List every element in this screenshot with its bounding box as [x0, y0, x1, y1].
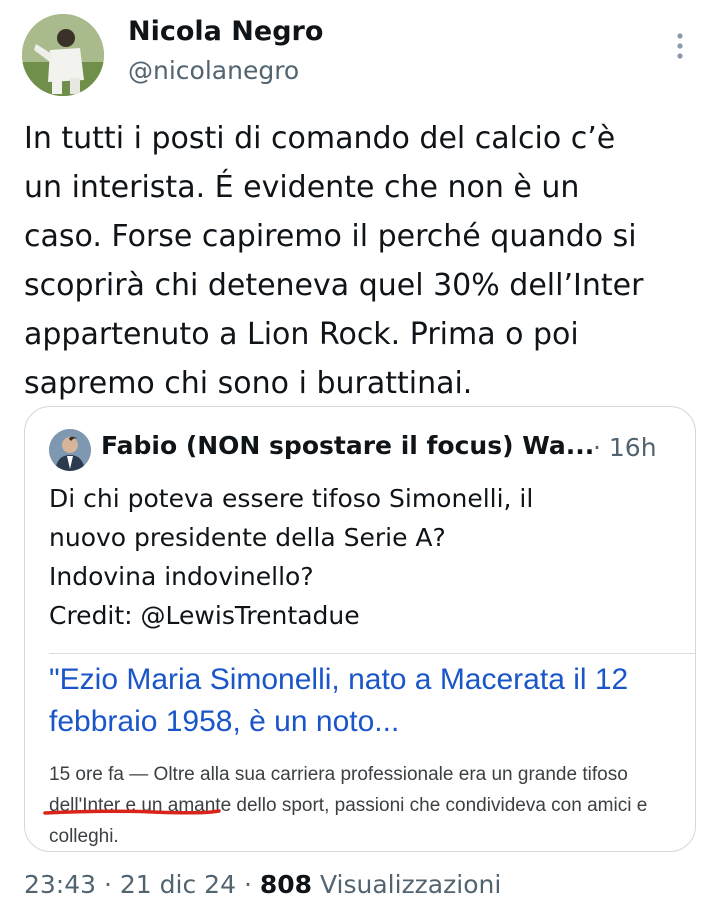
search-result-snippet: 15 ore fa — Oltre alla sua carriera prof… [49, 759, 695, 851]
author-avatar[interactable] [22, 14, 104, 96]
tweet-date[interactable]: 21 dic 24 [120, 870, 236, 899]
quoted-tweet-card[interactable]: Fabio (NON spostare il focus) Wa... · 16… [24, 406, 696, 852]
author-name[interactable]: Nicola Negro [128, 16, 323, 47]
quoted-author-name[interactable]: Fabio (NON spostare il focus) Wa... [101, 431, 594, 460]
quoted-image-divider [49, 653, 695, 654]
author-handle[interactable]: @nicolanegro [128, 56, 299, 85]
views-count: 808 [259, 870, 313, 899]
meta-separator: · [104, 870, 112, 899]
quoted-timestamp[interactable]: · 16h [593, 433, 657, 462]
views-label: Visualizzazioni [319, 870, 502, 899]
snippet-suffix: e un amante dello sport, passioni che co… [49, 795, 648, 847]
tweet-meta: 23:43 · 21 dic 24 · 808 Visualizzazioni [24, 870, 501, 899]
snippet-prefix: 15 ore fa — Oltre alla sua carriera prof… [49, 764, 583, 785]
quoted-tweet-text: Di chi poteva essere tifoso Simonelli, i… [49, 484, 534, 630]
tweet-time[interactable]: 23:43 [24, 870, 96, 899]
more-options-icon[interactable] [670, 30, 690, 66]
meta-separator: · [243, 870, 252, 899]
tweet-screenshot: Nicola Negro @nicolanegro In tutti i pos… [0, 0, 720, 923]
quoted-author-avatar[interactable] [49, 429, 91, 471]
tweet-text: In tutti i posti di comando del calcio c… [24, 121, 644, 401]
search-result-title: "Ezio Maria Simonelli, nato a Macerata i… [49, 663, 629, 738]
red-underline-mark [43, 809, 221, 815]
